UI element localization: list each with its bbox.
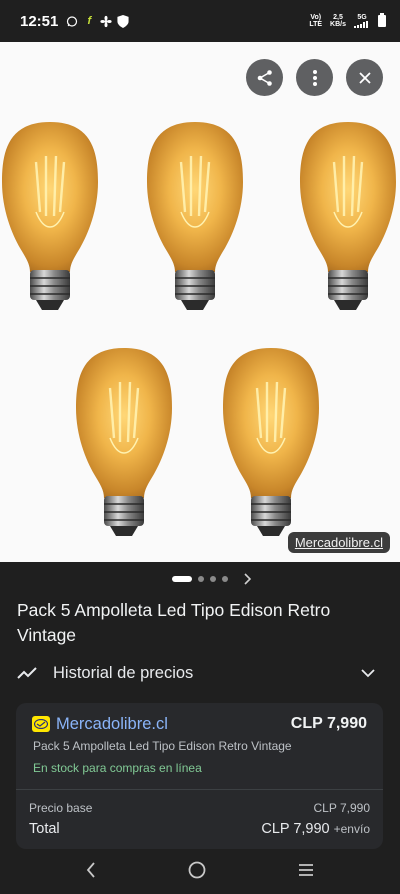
product-title: Pack 5 Ampolleta Led Tipo Edison Retro V…: [17, 600, 331, 645]
bulb-3: [298, 120, 398, 312]
base-price-row: Precio base CLP 7,990: [29, 801, 370, 815]
back-icon: [86, 861, 95, 878]
recents-button[interactable]: [298, 863, 314, 882]
more-options-button[interactable]: [296, 59, 333, 96]
price-history-label: Historial de precios: [53, 663, 194, 682]
chevron-down-icon[interactable]: [361, 668, 375, 678]
offer-card[interactable]: Mercadolibre.cl CLP 7,990 Pack 5 Ampolle…: [16, 703, 383, 849]
offer-description: Pack 5 Ampolleta Led Tipo Edison Retro V…: [33, 739, 292, 753]
total-row: Total CLP 7,990 +envío: [29, 821, 370, 837]
product-image: [0, 120, 398, 538]
more-vert-icon: [312, 69, 317, 86]
total-label: Total: [29, 821, 60, 837]
store-link[interactable]: Mercadolibre.cl: [56, 715, 168, 734]
share-icon: [257, 69, 272, 86]
carousel-dot[interactable]: [198, 576, 204, 582]
carousel-dot[interactable]: [222, 576, 228, 582]
product-image-viewer[interactable]: Mercadolibre.cl: [0, 42, 400, 562]
shipping-note: +envío: [333, 822, 370, 836]
bulb-4: [74, 346, 174, 538]
shield-icon: [117, 14, 129, 28]
signal-strength-icon: 5G: [354, 14, 370, 28]
whatsapp-icon: [66, 15, 78, 27]
carousel-indicator: [0, 572, 400, 586]
system-nav-bar: [0, 850, 400, 894]
home-icon: [188, 861, 206, 878]
carousel-dot-active[interactable]: [172, 576, 192, 582]
base-price-label: Precio base: [29, 801, 93, 815]
carousel-next-icon[interactable]: [243, 572, 252, 588]
offer-price: CLP 7,990: [290, 715, 367, 732]
total-value: CLP 7,990: [261, 821, 330, 837]
volte-indicator: Vo) LTE: [309, 14, 323, 28]
price-history-row[interactable]: Historial de precios: [17, 660, 383, 686]
home-button[interactable]: [188, 861, 206, 884]
store-logo-icon: [32, 716, 50, 732]
close-icon: [358, 71, 371, 84]
status-bar: 12:51 f Vo) LTE 2,5 KB/s 5G: [0, 0, 400, 42]
battery-icon: [378, 13, 386, 29]
close-button[interactable]: [346, 59, 383, 96]
recents-icon: [299, 863, 313, 876]
bulb-5: [221, 346, 321, 538]
stock-status: En stock para compras en línea: [33, 761, 202, 775]
carousel-dot[interactable]: [210, 576, 216, 582]
base-price-value: CLP 7,990: [313, 801, 371, 815]
flash-app-icon: f: [87, 15, 92, 27]
back-button[interactable]: [86, 861, 96, 883]
divider: [16, 789, 383, 790]
image-source-link[interactable]: Mercadolibre.cl: [287, 532, 390, 553]
bulb-2: [145, 120, 245, 312]
clock: 12:51: [20, 12, 59, 30]
bulb-1: [0, 120, 100, 312]
network-speed: 2,5 KB/s: [330, 14, 346, 28]
share-button[interactable]: [246, 59, 283, 96]
trending-icon: [17, 667, 37, 679]
fan-icon: [100, 15, 112, 27]
